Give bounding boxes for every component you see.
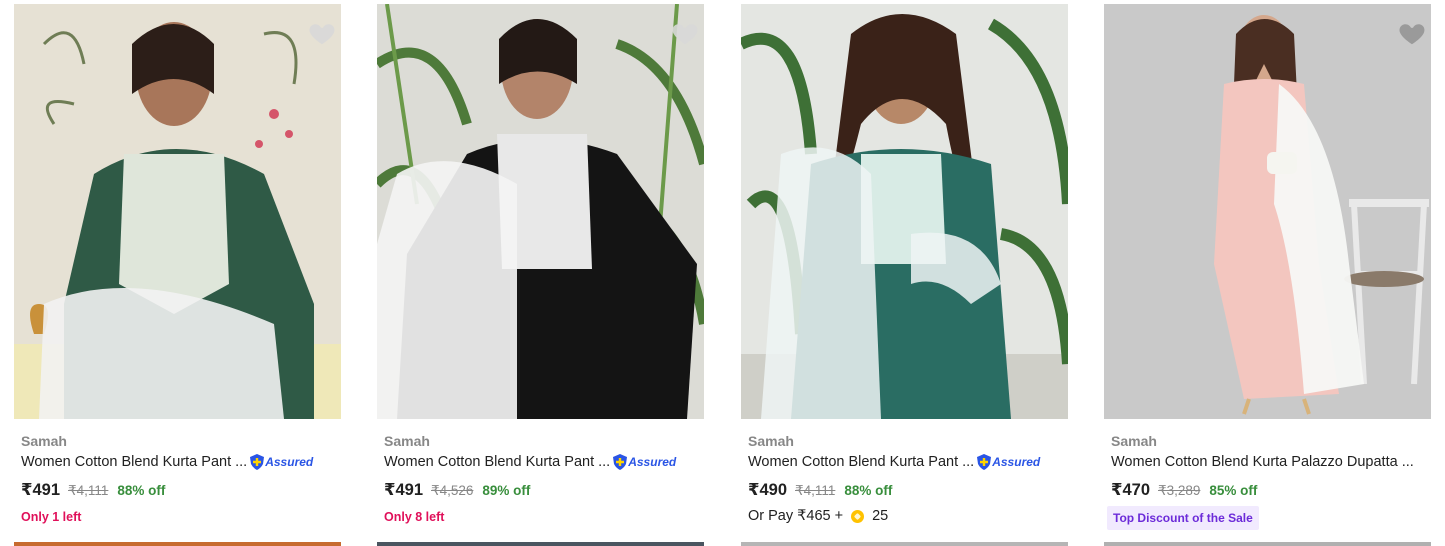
supercoin-icon: [851, 509, 865, 523]
discount-label: 88% off: [844, 483, 893, 498]
product-image[interactable]: [741, 4, 1068, 419]
brand-name: Samah: [748, 433, 794, 449]
product-title[interactable]: Women Cotton Blend Kurta Pant ... Assure…: [384, 454, 676, 470]
bottom-bar: [377, 542, 704, 546]
assured-badge: Assured: [977, 454, 1040, 470]
product-title-text: Women Cotton Blend Kurta Palazzo Dupatta…: [1111, 454, 1414, 470]
discount-label: 89% off: [482, 483, 531, 498]
assured-label: Assured: [265, 455, 314, 469]
brand-name: Samah: [1111, 433, 1157, 449]
original-price: ₹3,289: [1158, 483, 1201, 498]
selling-price: ₹490: [748, 481, 788, 499]
assured-badge: Assured: [250, 454, 313, 470]
product-title[interactable]: Women Cotton Blend Kurta Pant ... Assure…: [748, 454, 1040, 470]
price-row: ₹470 ₹3,289 85% off: [1111, 480, 1257, 500]
bottom-bar: [14, 542, 341, 546]
discount-label: 85% off: [1209, 483, 1258, 498]
stock-note: Only 8 left: [384, 510, 445, 524]
assured-badge: Assured: [613, 454, 676, 470]
shield-plus-icon: [250, 454, 265, 470]
product-card[interactable]: Samah Women Cotton Blend Kurta Pant ... …: [14, 4, 341, 546]
product-card[interactable]: Samah Women Cotton Blend Kurta Pant ... …: [741, 4, 1068, 546]
original-price: ₹4,111: [68, 483, 109, 498]
product-title[interactable]: Women Cotton Blend Kurta Pant ... Assure…: [21, 454, 313, 470]
product-card[interactable]: Samah Women Cotton Blend Kurta Palazzo D…: [1104, 4, 1431, 546]
heart-icon[interactable]: [1397, 18, 1427, 48]
product-image[interactable]: [1104, 4, 1431, 419]
offer-badge: Top Discount of the Sale: [1107, 506, 1259, 530]
selling-price: ₹491: [21, 481, 61, 499]
price-row: ₹490 ₹4,111 88% off: [748, 480, 892, 500]
original-price: ₹4,111: [795, 483, 836, 498]
bottom-bar: [1104, 542, 1431, 546]
brand-name: Samah: [21, 433, 67, 449]
discount-label: 88% off: [117, 483, 166, 498]
product-title-text: Women Cotton Blend Kurta Pant ...: [384, 454, 611, 470]
product-title[interactable]: Women Cotton Blend Kurta Palazzo Dupatta…: [1111, 454, 1414, 470]
assured-label: Assured: [992, 455, 1041, 469]
product-title-text: Women Cotton Blend Kurta Pant ...: [748, 454, 975, 470]
product-card[interactable]: Samah Women Cotton Blend Kurta Pant ... …: [377, 4, 704, 546]
shield-plus-icon: [977, 454, 992, 470]
brand-name: Samah: [384, 433, 430, 449]
product-title-text: Women Cotton Blend Kurta Pant ...: [21, 454, 248, 470]
heart-icon[interactable]: [307, 18, 337, 48]
price-row: ₹491 ₹4,526 89% off: [384, 480, 530, 500]
product-grid: Samah Women Cotton Blend Kurta Pant ... …: [14, 4, 1432, 546]
selling-price: ₹491: [384, 481, 424, 499]
supercoin-offer: Or Pay ₹465 + 25: [748, 508, 888, 524]
selling-price: ₹470: [1111, 481, 1151, 499]
product-image[interactable]: [14, 4, 341, 419]
stock-note: Only 1 left: [21, 510, 82, 524]
pay-prefix: Or Pay ₹465 +: [748, 508, 844, 524]
coin-count: 25: [872, 508, 889, 524]
shield-plus-icon: [613, 454, 628, 470]
product-image[interactable]: [377, 4, 704, 419]
heart-icon[interactable]: [670, 18, 700, 48]
original-price: ₹4,526: [431, 483, 474, 498]
assured-label: Assured: [628, 455, 677, 469]
bottom-bar: [741, 542, 1068, 546]
price-row: ₹491 ₹4,111 88% off: [21, 480, 165, 500]
